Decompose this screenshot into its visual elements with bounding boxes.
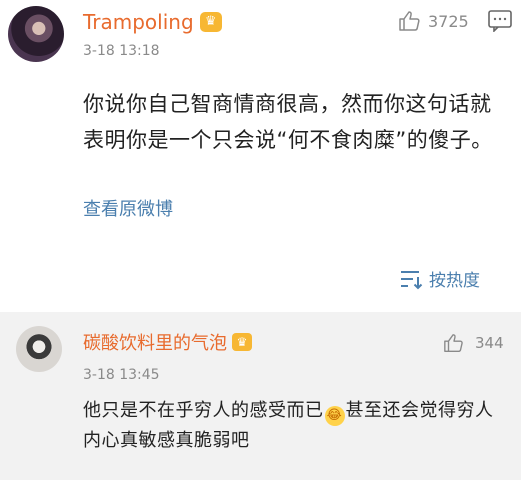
comment-icon[interactable] (488, 10, 512, 32)
comment-text: 你说你自己智商情商很高，然而你这句话就表明你是一个只会说“何不食肉糜”的傻子。 (83, 92, 493, 152)
thumbs-up-icon (399, 11, 420, 31)
username-row: Trampoling ♛ (83, 9, 222, 35)
vip-crown-icon: ♛ (199, 12, 222, 32)
reply-text: 他只是不在乎穷人的感受而已 😂 甚至还会觉得穷人内心真敏感真脆弱吧 (83, 396, 503, 455)
like-count: 3725 (428, 11, 469, 31)
reply-username-row: 碳酸饮料里的气泡 ♛ (83, 330, 252, 354)
reply-comment: 碳酸饮料里的气泡 ♛ 344 3-18 13:45 他只是不在乎穷人的感受而已 😂… (0, 312, 521, 480)
laughing-tears-emoji: 😂 (324, 406, 345, 426)
thumbs-up-icon (444, 334, 463, 352)
sort-by-hot-button[interactable]: 按热度 (399, 266, 480, 291)
reply-like-count: 344 (475, 334, 504, 352)
reply-timestamp: 3-18 13:45 (83, 367, 160, 383)
username[interactable]: Trampoling (83, 9, 194, 35)
user-avatar[interactable] (8, 6, 64, 62)
sort-label: 按热度 (429, 271, 480, 291)
reply-text-part1: 他只是不在乎穷人的感受而已 (83, 400, 324, 421)
reply-like-button[interactable]: 344 (443, 332, 504, 354)
main-comment: Trampoling ♛ 3725 3-18 13:18 你说你自己智商情商很高… (0, 0, 521, 312)
comment-timestamp: 3-18 13:18 (83, 43, 160, 59)
reply-username[interactable]: 碳酸饮料里的气泡 (83, 329, 227, 355)
view-original-post-link[interactable]: 查看原微博 (83, 195, 173, 221)
vip-crown-icon: ♛ (232, 333, 252, 351)
sort-hot-icon (401, 270, 423, 289)
like-button[interactable]: 3725 (398, 8, 469, 34)
reply-user-avatar[interactable] (16, 326, 62, 372)
